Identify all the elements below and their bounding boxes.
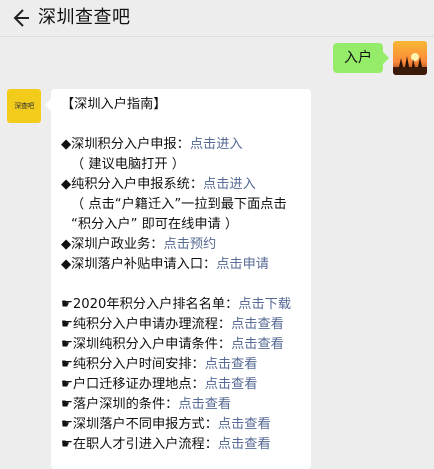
user-avatar[interactable] <box>393 41 427 75</box>
outgoing-message: 入户 <box>307 41 427 75</box>
guide-line-1: ◆深圳积分入户申报：点击进入 <box>61 135 301 155</box>
guide-line-2: （ 建议电脑打开 ） <box>71 157 185 172</box>
item-3-text: ☛深圳纯积分入户申请条件： <box>61 337 232 352</box>
line-7-text: ◆深圳落户补贴申请入口： <box>61 257 217 272</box>
top-bar: 深圳查查吧 <box>0 0 434 37</box>
incoming-message-bubble: 【深圳入户指南】 ◆深圳积分入户申报：点击进入 （ 建议电脑打开 ） ◆纯积分入… <box>45 89 311 469</box>
item-4-text: ☛纯积分入户时间安排： <box>61 357 205 372</box>
item-6-text: ☛落户深圳的条件： <box>61 397 179 412</box>
chat-title: 深圳查查吧 <box>38 7 131 28</box>
link-view-conditions[interactable]: 点击查看 <box>231 337 284 352</box>
guide-line-7: ◆深圳落户补贴申请入口：点击申请 <box>61 255 301 275</box>
link-view-process[interactable]: 点击查看 <box>231 317 284 332</box>
link-view-locations[interactable]: 点击查看 <box>205 377 258 392</box>
guide-item-2: ☛纯积分入户申请办理流程：点击查看 <box>61 315 301 335</box>
bot-avatar[interactable]: 深查吧 <box>7 89 41 123</box>
guide-item-6: ☛落户深圳的条件：点击查看 <box>61 395 301 415</box>
link-download-ranking[interactable]: 点击下载 <box>238 297 291 312</box>
guide-item-5: ☛户口迁移证办理地点：点击查看 <box>61 375 301 395</box>
bot-avatar-logo: 深查吧 <box>14 102 34 110</box>
guide-item-7: ☛深圳落户不同申报方式：点击查看 <box>61 415 301 435</box>
guide-item-4: ☛纯积分入户时间安排：点击查看 <box>61 355 301 375</box>
guide-item-3: ☛深圳纯积分入户申请条件：点击查看 <box>61 335 301 355</box>
back-arrow-icon[interactable] <box>8 6 32 30</box>
outgoing-bubble[interactable]: 入户 <box>333 43 389 73</box>
guide-heading: 【深圳入户指南】 <box>61 97 167 112</box>
guide-line-5: “积分入户” 即可在线申请 ） <box>71 217 239 232</box>
item-1-text: ☛2020年积分入户排名名单： <box>61 297 239 312</box>
link-enter-points-system[interactable]: 点击进入 <box>203 177 256 192</box>
link-enter-points-application[interactable]: 点击进入 <box>190 137 243 152</box>
link-apply-subsidy[interactable]: 点击申请 <box>216 257 269 272</box>
guide-item-1: ☛2020年积分入户排名名单：点击下载 <box>61 295 301 315</box>
item-2-text: ☛纯积分入户申请办理流程： <box>61 317 232 332</box>
guide-line-3: ◆纯积分入户申报系统：点击进入 <box>61 175 301 195</box>
guide-line-4: （ 点击“户籍迁入”一拉到最下面点击 <box>71 197 287 212</box>
link-view-settle-conditions[interactable]: 点击查看 <box>178 397 231 412</box>
item-5-text: ☛户口迁移证办理地点： <box>61 377 205 392</box>
link-view-talent-process[interactable]: 点击查看 <box>218 437 271 452</box>
guide-item-8: ☛在职人才引进入户流程：点击查看 <box>61 435 301 455</box>
line-3-text: ◆纯积分入户申报系统： <box>61 177 204 192</box>
link-book-appointment[interactable]: 点击预约 <box>163 237 216 252</box>
guide-line-6: ◆深圳户政业务：点击预约 <box>61 235 301 255</box>
line-6-text: ◆深圳户政业务： <box>61 237 164 252</box>
link-view-methods[interactable]: 点击查看 <box>218 417 271 432</box>
item-8-text: ☛在职人才引进入户流程： <box>61 437 218 452</box>
link-view-schedule[interactable]: 点击查看 <box>205 357 258 372</box>
item-7-text: ☛深圳落户不同申报方式： <box>61 417 218 432</box>
line-1-text: ◆深圳积分入户申报： <box>61 137 190 152</box>
